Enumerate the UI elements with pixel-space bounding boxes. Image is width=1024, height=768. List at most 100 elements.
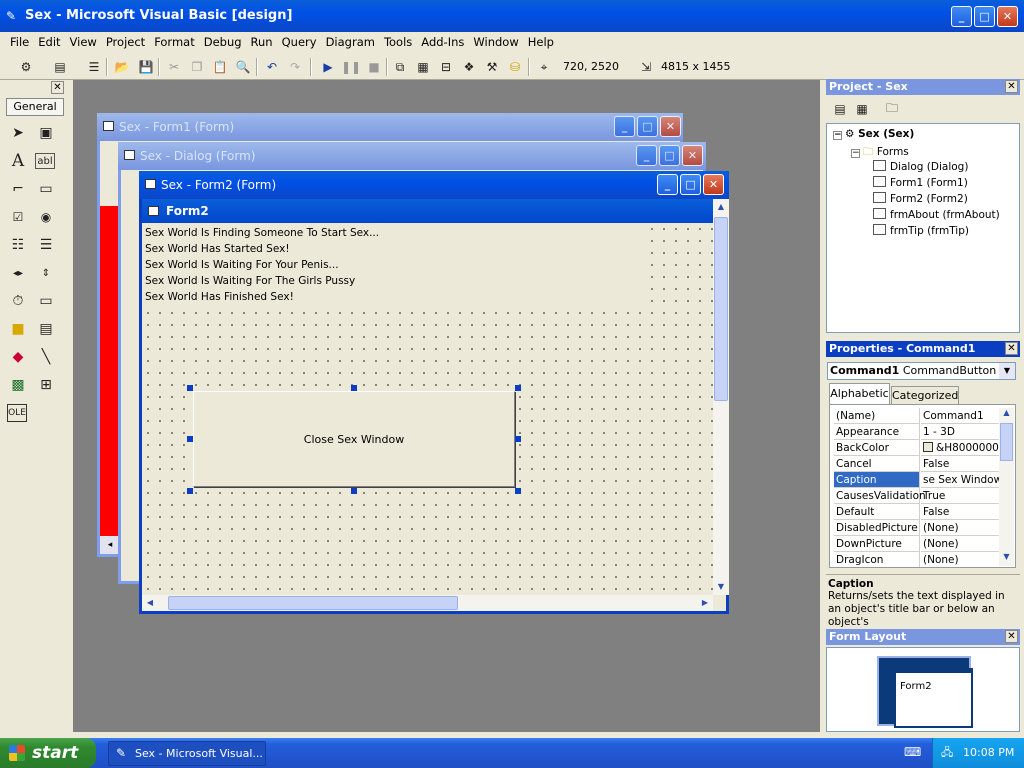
dialog-maximize-button[interactable]: □ [659, 145, 680, 166]
form2-maximize-button[interactable]: □ [680, 174, 701, 195]
paste-icon[interactable]: 📋 [210, 57, 230, 77]
toolbox-tab-general[interactable]: General [6, 98, 64, 116]
view-code-icon[interactable]: ▤ [830, 99, 850, 119]
tree-item[interactable]: Form2 (Form2) [873, 192, 968, 205]
data-icon[interactable]: ⊞ [35, 374, 57, 396]
property-value[interactable]: Command1 [921, 408, 999, 424]
property-row[interactable]: (Name) Command1 [832, 408, 999, 424]
tree-item[interactable]: Form1 (Form1) [873, 176, 968, 189]
copy-icon[interactable]: ❐ [187, 57, 207, 77]
tab-categorized[interactable]: Categorized [891, 386, 959, 404]
line-icon[interactable]: ╲ [35, 346, 57, 368]
timer-icon[interactable]: ⏱ [7, 290, 29, 312]
menu-window[interactable]: Window [473, 35, 518, 49]
form2-label-lines[interactable]: Sex World Is Finding Someone To Start Se… [145, 225, 645, 305]
layout-form2[interactable]: Form2 [894, 668, 973, 728]
form2-minimize-button[interactable]: _ [657, 174, 678, 195]
properties-close-button[interactable]: ✕ [1005, 342, 1018, 355]
find-icon[interactable]: 🔍 [233, 57, 253, 77]
textbox-icon[interactable]: abl [35, 153, 55, 169]
form2-design-surface[interactable]: Sex World Is Finding Someone To Start Se… [142, 223, 713, 595]
form1-close-button[interactable]: ✕ [660, 116, 681, 137]
property-row[interactable]: DownPicture (None) [832, 536, 999, 552]
hscrollbar-icon[interactable]: ◂▸ [7, 262, 29, 284]
form1-maximize-button[interactable]: □ [637, 116, 658, 137]
add-project-icon[interactable]: ⚙ [16, 57, 36, 77]
drivelistbox-icon[interactable]: ▭ [35, 290, 57, 312]
redo-icon[interactable]: ↷ [285, 57, 305, 77]
scroll-right-arrow[interactable]: ▶ [697, 595, 713, 611]
picturebox-icon[interactable]: ▣ [35, 122, 57, 144]
property-row[interactable]: DragIcon (None) [832, 552, 998, 567]
property-value[interactable]: True [921, 488, 999, 504]
form2-titlebar[interactable]: Sex - Form2 (Form) [139, 171, 729, 199]
menu-help[interactable]: Help [528, 35, 554, 49]
close-sex-window-button[interactable]: Close Sex Window [193, 391, 515, 487]
frame-icon[interactable]: ⌐ [7, 178, 29, 200]
scroll-up-arrow[interactable]: ▲ [713, 199, 729, 215]
property-row[interactable]: Appearance 1 - 3D [832, 424, 999, 440]
vscroll-thumb[interactable] [714, 217, 728, 401]
label-icon[interactable]: A [7, 150, 29, 172]
scroll-up-arrow[interactable]: ▲ [999, 408, 1014, 422]
optionbutton-icon[interactable]: ◉ [35, 206, 57, 228]
dialog-minimize-button[interactable]: _ [636, 145, 657, 166]
property-row[interactable]: Cancel False [832, 456, 999, 472]
scroll-down-arrow[interactable]: ▼ [713, 579, 729, 595]
tree-root[interactable]: − ⚙ Sex (Sex) [833, 128, 914, 140]
hscroll-thumb[interactable] [168, 596, 458, 610]
menu-view[interactable]: View [70, 35, 97, 49]
menu-file[interactable]: File [10, 35, 29, 49]
object-selector[interactable]: Command1 CommandButton ▼ [827, 362, 1016, 380]
add-form-icon[interactable]: ▤ [50, 57, 70, 77]
form2-hscrollbar[interactable]: ◀ ▶ [142, 595, 713, 611]
selection-handle[interactable] [351, 385, 357, 391]
menu-editor-icon[interactable]: ☰ [84, 57, 104, 77]
menu-debug[interactable]: Debug [204, 35, 242, 49]
clock[interactable]: 10:08 PM [963, 738, 1014, 768]
tree-item[interactable]: Dialog (Dialog) [873, 160, 968, 173]
menu-diagram[interactable]: Diagram [326, 35, 375, 49]
property-row[interactable]: Caption se Sex Window [832, 472, 999, 488]
taskbar-item-vb[interactable]: ✎ Sex - Microsoft Visual... [108, 741, 266, 766]
break-icon[interactable]: ❚❚ [341, 57, 361, 77]
checkbox-icon[interactable]: ☑ [7, 206, 29, 228]
properties-window-icon[interactable]: ▦ [413, 57, 433, 77]
undo-icon[interactable]: ↶ [262, 57, 282, 77]
minimize-button[interactable]: _ [951, 6, 972, 27]
selection-handle[interactable] [187, 436, 193, 442]
view-object-icon[interactable]: ▦ [852, 99, 872, 119]
toolbox-icon[interactable]: ⚒ [482, 57, 502, 77]
selection-handle[interactable] [187, 385, 193, 391]
menu-format[interactable]: Format [154, 35, 195, 49]
start-button[interactable]: start [0, 738, 96, 768]
scroll-down-arrow[interactable]: ▼ [999, 552, 1014, 566]
menu-project[interactable]: Project [106, 35, 145, 49]
property-value[interactable]: 1 - 3D [921, 424, 999, 440]
end-icon[interactable]: ■ [364, 57, 384, 77]
data-view-icon[interactable]: ⛁ [505, 57, 525, 77]
start-icon[interactable]: ▶ [318, 57, 338, 77]
selection-handle[interactable] [187, 488, 193, 494]
dialog-close-button[interactable]: ✕ [682, 145, 703, 166]
toolbox-close-button[interactable]: ✕ [51, 81, 64, 94]
pointer-icon[interactable]: ➤ [7, 122, 29, 144]
dirlistbox-icon[interactable]: ■ [7, 318, 29, 340]
form1-scroll-left[interactable]: ◂ [100, 536, 120, 554]
property-row[interactable]: DisabledPicture (None) [832, 520, 999, 536]
form2-close-button[interactable]: ✕ [703, 174, 724, 195]
dialog-titlebar[interactable]: Sex - Dialog (Form) [118, 142, 706, 170]
tree-item[interactable]: frmTip (frmTip) [873, 224, 969, 237]
selection-handle[interactable] [515, 488, 521, 494]
property-value[interactable]: &H8000000F [921, 440, 999, 456]
save-icon[interactable]: 💾 [136, 57, 156, 77]
image-icon[interactable]: ▩ [7, 374, 29, 396]
network-icon[interactable]: 🖧 [941, 738, 953, 768]
maximize-button[interactable]: □ [974, 6, 995, 27]
selection-handle[interactable] [515, 436, 521, 442]
property-row[interactable]: Default False [832, 504, 999, 520]
filelistbox-icon[interactable]: ▤ [35, 318, 57, 340]
tab-alphabetic[interactable]: Alphabetic [829, 383, 890, 404]
shape-icon[interactable]: ◆ [7, 346, 29, 368]
project-explorer-icon[interactable]: ⧉ [390, 57, 410, 77]
